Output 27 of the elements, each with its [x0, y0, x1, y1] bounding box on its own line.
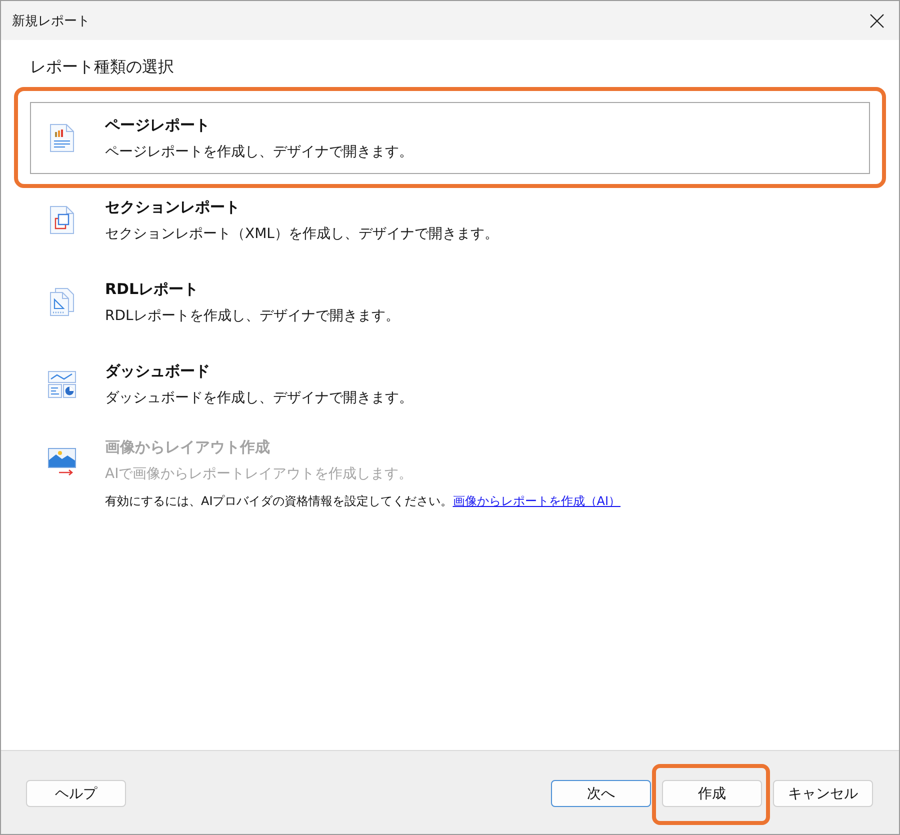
dialog-button[interactable]: キャンセル: [773, 780, 873, 807]
option-description: AIで画像からレポートレイアウトを作成します。: [105, 465, 413, 484]
option-description: セクションレポート（XML）を作成し、デザイナで開きます。: [105, 224, 498, 244]
report-type-option[interactable]: ダッシュボード ダッシュボードを作成し、デザイナで開きます。: [30, 348, 870, 420]
chart-document-icon: [47, 123, 77, 153]
close-icon[interactable]: [870, 14, 884, 28]
section-heading: レポート種類の選択: [30, 56, 175, 78]
report-type-option[interactable]: セクションレポート セクションレポート（XML）を作成し、デザイナで開きます。: [30, 184, 870, 256]
report-type-option[interactable]: RDLレポート RDLレポートを作成し、デザイナで開きます。: [30, 266, 870, 338]
option-description: RDLレポートを作成し、デザイナで開きます。: [105, 306, 400, 326]
help-button[interactable]: ヘルプ: [26, 780, 126, 807]
image-arrow-icon: [47, 446, 77, 476]
setup-note: 有効にするには、AIプロバイダの資格情報を設定してください。画像からレポートを作成（AI）: [105, 493, 622, 510]
option-title: セクションレポート: [105, 196, 241, 218]
option-title: RDLレポート: [105, 278, 200, 300]
option-title: ダッシュボード: [105, 360, 211, 382]
report-type-option[interactable]: ページレポート ページレポートを作成し、デザイナで開きます。: [30, 102, 870, 174]
option-title: 画像からレイアウト作成: [105, 437, 271, 458]
overlapping-squares-document-icon: [47, 205, 77, 235]
option-description: ページレポートを作成し、デザイナで開きます。: [105, 142, 413, 162]
option-title: ページレポート: [105, 114, 211, 136]
dialog-button[interactable]: 作成: [662, 780, 762, 807]
option-description: ダッシュボードを作成し、デザイナで開きます。: [105, 388, 413, 408]
dashboard-icon: [47, 369, 77, 399]
dialog-button[interactable]: 次へ: [551, 780, 651, 807]
stacked-documents-icon: [47, 287, 77, 317]
window-title: 新規レポート: [12, 12, 91, 30]
